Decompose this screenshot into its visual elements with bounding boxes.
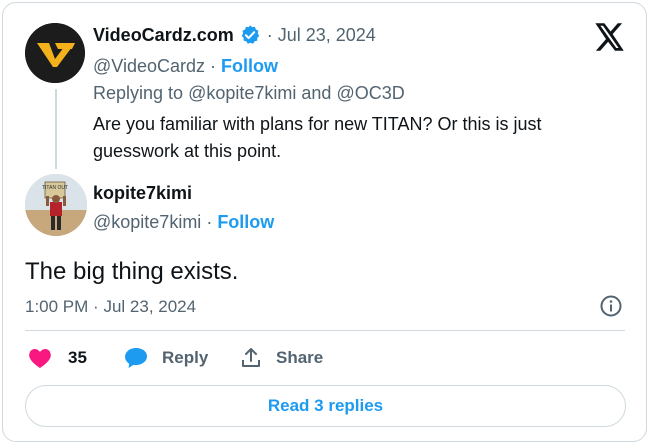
quoted-text-line-1: Are you familiar with plans for new TITA… bbox=[93, 114, 542, 134]
heart-icon bbox=[29, 349, 51, 368]
share-button[interactable]: Share bbox=[239, 346, 323, 370]
like-button[interactable]: 35 bbox=[28, 347, 87, 369]
thread-connector-line bbox=[55, 89, 57, 169]
tweet-time: 1:00 PM bbox=[25, 297, 89, 316]
author-handle[interactable]: @kopite7kimi bbox=[93, 212, 201, 233]
tweet-date: Jul 23, 2024 bbox=[103, 297, 197, 316]
share-upload-icon bbox=[242, 348, 260, 367]
reply-label: Reply bbox=[162, 348, 209, 367]
quoted-follow-button[interactable]: Follow bbox=[221, 56, 278, 77]
replying-mention-2[interactable]: @OC3D bbox=[336, 83, 404, 103]
avatar-photo-icon: TITAN OUT bbox=[25, 174, 87, 236]
quoted-display-name[interactable]: VideoCardz.com bbox=[93, 25, 234, 46]
tweet-timestamp[interactable]: 1:00 PM · Jul 23, 2024 bbox=[25, 297, 196, 317]
read-replies-label: Read 3 replies bbox=[267, 396, 384, 415]
reply-button[interactable]: Reply bbox=[124, 347, 208, 369]
tweet-text: The big thing exists. bbox=[25, 258, 239, 285]
avatar-sign-text: TITAN OUT bbox=[42, 185, 68, 191]
verified-badge-icon bbox=[241, 25, 259, 44]
info-icon[interactable] bbox=[599, 294, 623, 318]
share-label: Share bbox=[276, 348, 324, 367]
speech-bubble-icon bbox=[125, 348, 147, 368]
author-follow-separator: · bbox=[206, 212, 213, 232]
read-replies-button[interactable]: Read 3 replies bbox=[25, 385, 626, 427]
author-follow-button[interactable]: Follow bbox=[217, 212, 274, 233]
videocardz-avatar[interactable] bbox=[25, 23, 85, 83]
replying-to-context: Replying to @kopite7kimi and @OC3D bbox=[93, 83, 405, 104]
like-count: 35 bbox=[68, 348, 87, 367]
quoted-follow-separator: · bbox=[210, 56, 216, 76]
quoted-text-line-2: guesswork at this point. bbox=[93, 141, 282, 161]
actions-divider bbox=[25, 330, 625, 331]
replying-prefix: Replying to bbox=[93, 83, 184, 103]
videocardz-logo-icon bbox=[25, 23, 85, 83]
replying-mention-1[interactable]: @kopite7kimi bbox=[188, 83, 296, 103]
quoted-date[interactable]: Jul 23, 2024 bbox=[278, 25, 376, 46]
tweet-time-separator: · bbox=[93, 297, 99, 316]
x-logo-icon[interactable] bbox=[595, 23, 625, 53]
quoted-date-separator: · bbox=[266, 24, 273, 45]
quoted-handle[interactable]: @VideoCardz bbox=[93, 56, 205, 77]
replying-and: and bbox=[301, 83, 332, 103]
quoted-tweet-text: Are you familiar with plans for new TITA… bbox=[93, 111, 613, 165]
author-display-name[interactable]: kopite7kimi bbox=[93, 183, 192, 204]
tweet-embed-card: VideoCardz.com · Jul 23, 2024 @VideoCard… bbox=[2, 2, 647, 442]
kopite7kimi-avatar[interactable]: TITAN OUT bbox=[25, 174, 87, 236]
